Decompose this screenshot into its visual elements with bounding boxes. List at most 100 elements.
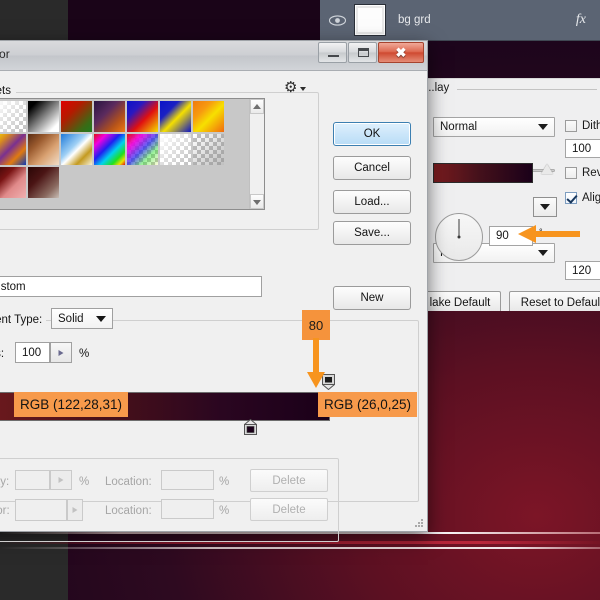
chevron-down-icon <box>96 316 106 322</box>
window-buttons: ✖ <box>317 42 424 63</box>
cancel-label: Cancel <box>354 162 390 174</box>
stop-location-percent-1: % <box>219 476 229 488</box>
close-icon: ✖ <box>379 43 423 62</box>
preset-swatch-chrome[interactable] <box>61 134 92 165</box>
smoothness-input[interactable]: 100 <box>15 342 50 363</box>
eye-icon[interactable] <box>324 15 350 26</box>
stop-location-input-2[interactable] <box>161 499 214 519</box>
layer-thumbnail[interactable] <box>354 4 386 36</box>
annotation-left-stop-rgb: RGB (122,28,31) <box>14 392 128 417</box>
scroll-up-button[interactable] <box>250 99 264 114</box>
reverse-checkbox-box[interactable] <box>565 167 577 179</box>
stop-opacity-input[interactable] <box>15 470 50 490</box>
preset-swatch-red-pink-dark-2[interactable] <box>0 167 26 198</box>
load-label: Load... <box>354 196 389 208</box>
angle-dial-needle <box>459 219 460 236</box>
name-input[interactable]: Custom <box>0 276 262 297</box>
stop-color-swatch[interactable] <box>15 499 67 521</box>
align-checkbox-box[interactable] <box>565 192 577 204</box>
gradient-overlay-panel: ...lay Normal Dithe 100 Rever <box>424 78 600 311</box>
close-button[interactable]: ✖ <box>378 42 424 63</box>
dither-checkbox-box[interactable] <box>565 120 577 132</box>
new-button[interactable]: New <box>333 286 411 310</box>
gradient-type-select[interactable]: Solid <box>51 308 113 329</box>
stop-location-label-1: Location: <box>105 476 152 488</box>
stop-opacity-stepper[interactable] <box>50 470 72 490</box>
preset-swatch-neutral-density[interactable] <box>193 134 224 165</box>
scroll-down-button[interactable] <box>250 194 264 209</box>
new-label: New <box>360 292 383 304</box>
preset-swatch-blue-yellow-blue[interactable] <box>160 101 191 132</box>
stop-location-label-2: Location: <box>105 505 152 517</box>
delete-label-2: Delete <box>272 504 305 516</box>
preset-swatch-violet-orange[interactable] <box>94 101 125 132</box>
preset-swatch-red-green[interactable] <box>61 101 92 132</box>
preset-swatch-black-to-white[interactable] <box>28 101 59 132</box>
layer-fx-icon[interactable]: fx <box>576 12 586 28</box>
gear-dropdown-caret <box>300 87 306 91</box>
opacity-value-field[interactable]: 100 <box>565 139 600 158</box>
smoothness-stepper[interactable] <box>50 342 72 363</box>
delete-color-stop-button[interactable]: Delete <box>250 498 328 521</box>
presets-scrollbar[interactable] <box>249 99 264 209</box>
stop-location-percent-2: % <box>219 505 229 517</box>
preset-swatch-fill <box>0 134 26 165</box>
stop-opacity-percent: % <box>79 476 89 488</box>
reverse-checkbox[interactable]: Rever <box>565 167 600 179</box>
dialog-title: dient Editor <box>0 47 10 61</box>
preset-swatch-custom-dark-red[interactable] <box>28 167 59 198</box>
triangle-right-icon <box>59 350 64 356</box>
maximize-button[interactable] <box>348 42 377 63</box>
align-checkbox[interactable]: Align <box>565 192 600 204</box>
preset-swatch-fill <box>127 101 158 132</box>
presets-group-label: Presets <box>0 85 16 97</box>
dialog-body: Presets ⚙ OK Cancel <box>0 70 427 531</box>
preset-swatch-transparent-rainbow[interactable] <box>127 134 158 165</box>
stop-location-input-1[interactable] <box>161 470 214 490</box>
gradient-swatch[interactable] <box>433 163 533 183</box>
gear-glyph: ⚙ <box>284 79 297 96</box>
minimize-icon <box>328 55 339 57</box>
layer-row-bg-grd[interactable]: bg grd fx <box>320 0 600 41</box>
annotation-right-stop-text: RGB (26,0,25) <box>324 397 411 412</box>
preset-swatch-fill <box>94 134 125 165</box>
save-button[interactable]: Save... <box>333 221 411 245</box>
presets-well[interactable] <box>0 98 265 210</box>
scale-value-field[interactable]: 120 <box>565 261 600 280</box>
chevron-down-icon <box>253 200 261 205</box>
delete-opacity-stop-button[interactable]: Delete <box>250 469 328 492</box>
smoothness-percent: % <box>79 348 89 360</box>
blend-mode-select[interactable]: Normal <box>433 117 555 137</box>
opacity-slider-knob[interactable] <box>541 164 553 174</box>
layer-name: bg grd <box>398 14 576 26</box>
make-default-button[interactable]: lake Default <box>424 291 501 311</box>
save-label: Save... <box>354 227 390 239</box>
preset-swatch-spectrum[interactable] <box>94 134 125 165</box>
minimize-button[interactable] <box>318 42 347 63</box>
load-button[interactable]: Load... <box>333 190 411 214</box>
dialog-titlebar[interactable]: dient Editor ✖ <box>0 41 427 71</box>
dither-checkbox[interactable]: Dithe <box>565 120 600 132</box>
annotation-left-stop-text: RGB (122,28,31) <box>20 397 122 412</box>
preset-swatch-blue-red-yellow[interactable] <box>127 101 158 132</box>
preset-swatch-orange-yellow-orange[interactable] <box>193 101 224 132</box>
preset-swatch-foreground-to-transparent[interactable] <box>0 101 26 132</box>
preset-swatch-transparent-stripes[interactable] <box>160 134 191 165</box>
angle-dial[interactable] <box>435 213 483 261</box>
ok-button[interactable]: OK <box>333 122 411 146</box>
preset-swatch-yellow-violet-orange-blue[interactable] <box>0 134 26 165</box>
color-stop-right[interactable] <box>244 419 257 435</box>
preset-swatch-copper[interactable] <box>28 134 59 165</box>
presets-gear-icon[interactable]: ⚙ <box>284 80 297 95</box>
annotation-right-stop-rgb: RGB (26,0,25) <box>318 392 417 417</box>
gradient-picker-button[interactable] <box>533 197 557 217</box>
resize-grip-icon[interactable] <box>413 517 425 529</box>
align-label: Align <box>582 192 600 204</box>
stop-opacity-label: Opacity: <box>0 476 9 488</box>
preset-swatch-fill <box>94 101 125 132</box>
cancel-button[interactable]: Cancel <box>333 156 411 180</box>
reset-to-default-button[interactable]: Reset to Default <box>509 291 600 311</box>
annotation-arrow-left-shaft <box>536 231 580 237</box>
triangle-right-icon <box>73 507 78 513</box>
stop-color-picker-arrow[interactable] <box>67 499 83 521</box>
